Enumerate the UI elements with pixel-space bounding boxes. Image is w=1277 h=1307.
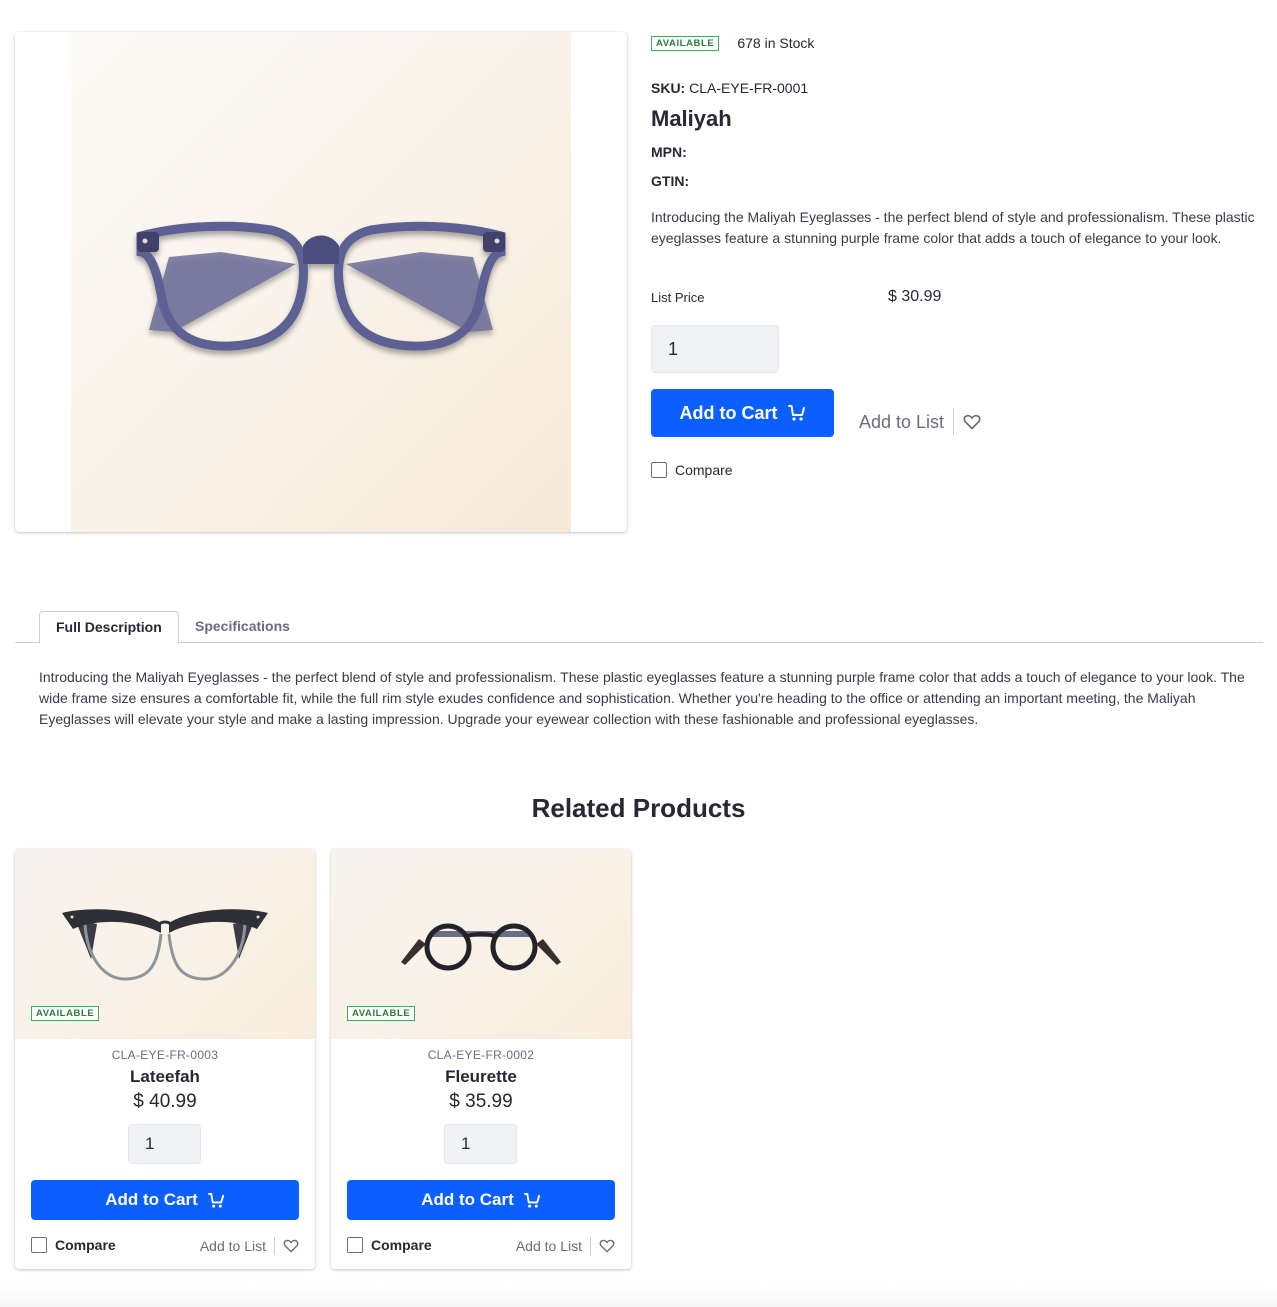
add-to-list-label[interactable]: Add to List <box>516 1238 582 1254</box>
tab-full-description[interactable]: Full Description <box>39 611 179 644</box>
related-product-sku: CLA-EYE-FR-0003 <box>111 1048 219 1062</box>
related-product-sku: CLA-EYE-FR-0002 <box>427 1048 535 1062</box>
product-image-card <box>15 32 627 532</box>
sku-label: SKU: <box>651 80 686 96</box>
related-products-title: Related Products <box>531 793 746 823</box>
add-to-list[interactable]: Add to List <box>200 1237 299 1255</box>
compare-checkbox[interactable] <box>651 462 667 478</box>
related-product-image[interactable]: AVAILABLE <box>331 849 631 1039</box>
list-price-value: $ 30.99 <box>888 288 942 305</box>
full-description: Introducing the Maliyah Eyeglasses - the… <box>39 669 1245 727</box>
list-price-label: List Price <box>651 290 705 305</box>
compare-toggle[interactable]: Compare <box>651 462 733 478</box>
heart-icon[interactable] <box>599 1239 615 1253</box>
cart-icon <box>207 1192 224 1208</box>
related-product-price: $ 35.99 <box>449 1091 513 1112</box>
availability-badge: AVAILABLE <box>651 35 720 51</box>
related-product-price: $ 40.99 <box>133 1091 197 1112</box>
cart-icon <box>523 1192 540 1208</box>
tab-specifications[interactable]: Specifications <box>179 611 306 643</box>
compare-toggle[interactable]: Compare <box>31 1237 116 1253</box>
add-to-cart-label: Add to Cart <box>679 402 778 423</box>
related-product-card: AVAILABLE CLA-EYE-FR-0002 Fleurette $ 35… <box>331 849 631 1269</box>
stock-count: 678 in Stock <box>737 35 815 51</box>
compare-label: Compare <box>675 462 733 478</box>
mpn-label: MPN: <box>651 144 687 160</box>
add-to-list[interactable]: Add to List <box>859 409 981 435</box>
compare-checkbox[interactable] <box>31 1237 47 1253</box>
related-product-name[interactable]: Lateefah <box>15 1067 315 1087</box>
add-to-cart-label: Add to Cart <box>421 1190 514 1209</box>
divider <box>590 1237 591 1255</box>
description-tabs: Full Description Specifications <box>15 611 1263 644</box>
add-to-list[interactable]: Add to List <box>516 1237 615 1255</box>
compare-label: Compare <box>371 1237 432 1253</box>
add-to-cart-label: Add to Cart <box>105 1190 198 1209</box>
compare-label: Compare <box>55 1237 116 1253</box>
footer-fade <box>0 1282 1277 1307</box>
add-to-cart-button[interactable]: Add to Cart <box>31 1180 299 1220</box>
add-to-list-label[interactable]: Add to List <box>859 412 944 433</box>
related-product-name[interactable]: Fleurette <box>331 1067 631 1087</box>
related-product-card: AVAILABLE CLA-EYE-FR-0003 Lateefah $ 40.… <box>15 849 315 1269</box>
heart-icon[interactable] <box>963 414 981 430</box>
divider <box>274 1237 275 1255</box>
stock-row: AVAILABLE 678 in Stock <box>651 35 814 51</box>
compare-toggle[interactable]: Compare <box>347 1237 432 1253</box>
compare-checkbox[interactable] <box>347 1237 363 1253</box>
quantity-input[interactable]: 1 <box>444 1124 517 1164</box>
cart-icon <box>787 405 805 421</box>
purple-eyeglasses-image <box>136 221 506 351</box>
mpn: MPN: <box>651 144 687 160</box>
add-to-cart-button[interactable]: Add to Cart <box>347 1180 615 1220</box>
related-product-image[interactable]: AVAILABLE <box>15 849 315 1039</box>
add-to-cart-button[interactable]: Add to Cart <box>651 389 834 437</box>
product-name: Maliyah <box>651 106 732 131</box>
availability-badge: AVAILABLE <box>31 1006 100 1021</box>
gtin: GTIN: <box>651 173 689 189</box>
add-to-list-label[interactable]: Add to List <box>200 1238 266 1254</box>
quantity-input[interactable]: 1 <box>651 325 779 373</box>
product-image[interactable] <box>71 32 571 532</box>
short-description: Introducing the Maliyah Eyeglasses - the… <box>651 209 1255 246</box>
quantity-input[interactable]: 1 <box>128 1124 201 1164</box>
heart-icon[interactable] <box>283 1239 299 1253</box>
gtin-label: GTIN: <box>651 173 690 189</box>
divider <box>953 409 955 435</box>
availability-badge: AVAILABLE <box>347 1006 416 1021</box>
sku-value: CLA-EYE-FR-0001 <box>689 80 809 96</box>
sku: SKU: CLA-EYE-FR-0001 <box>651 80 808 96</box>
